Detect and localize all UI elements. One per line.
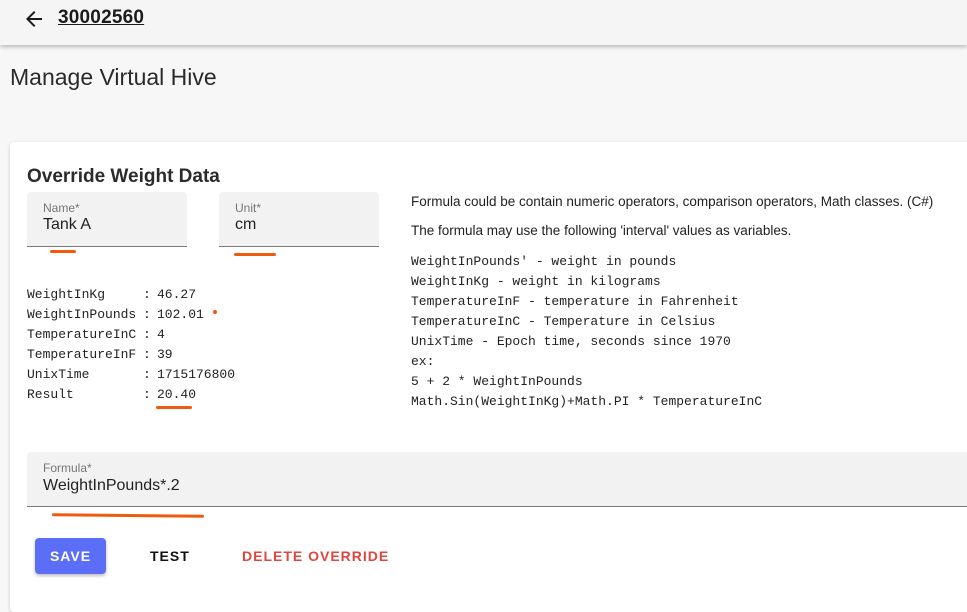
stat-key: WeightInKg — [27, 287, 106, 302]
help-code-line: 5 + 2 * WeightInPounds — [411, 374, 583, 389]
stat-value: 1715176800 — [157, 367, 236, 382]
stat-separator: : — [143, 367, 151, 382]
annotation-dot — [213, 310, 217, 314]
name-input[interactable] — [43, 216, 171, 234]
annotation-underline — [51, 513, 205, 518]
stat-key: Result — [27, 387, 74, 402]
help-code-line: WeightInKg - weight in kilograms — [411, 274, 661, 289]
delete-override-button[interactable]: DELETE OVERRIDE — [232, 538, 399, 574]
help-text: Formula could be contain numeric operato… — [411, 194, 934, 209]
stat-value: 4 — [157, 327, 165, 342]
stat-row: WeightInPounds:102.01 — [27, 305, 235, 325]
annotation-underline — [50, 250, 76, 253]
help-code-line: WeightInPounds' - weight in pounds — [411, 254, 677, 269]
interval-values-list: WeightInKg:46.27 WeightInPounds:102.01 T… — [27, 285, 235, 405]
help-code-line: TemperatureInF - temperature in Fahrenhe… — [411, 294, 739, 309]
help-code-line: Math.Sin(WeightInKg)+Math.PI * Temperatu… — [411, 394, 763, 409]
help-code-line: ex: — [411, 354, 435, 369]
formula-input[interactable] — [43, 477, 967, 495]
stat-row: Result:20.40 — [27, 385, 235, 405]
formula-field-label: Formula* — [43, 461, 92, 475]
stat-row: WeightInKg:46.27 — [27, 285, 235, 305]
stat-value: 46.27 — [157, 287, 197, 302]
stat-row: UnixTime:1715176800 — [27, 365, 235, 385]
save-button[interactable]: SAVE — [35, 538, 106, 574]
stat-value: 39 — [157, 347, 173, 362]
stat-separator: : — [143, 347, 151, 362]
stat-key: UnixTime — [27, 367, 90, 382]
test-button[interactable]: TEST — [138, 538, 202, 574]
stat-row: TemperatureInC:4 — [27, 325, 235, 345]
arrow-left-icon — [26, 11, 42, 27]
stat-separator: : — [143, 307, 151, 322]
help-code-line: TemperatureInC - Temperature in Celsius — [411, 314, 716, 329]
annotation-underline — [234, 253, 276, 256]
stat-key: WeightInPounds — [27, 307, 137, 322]
stat-value: 102.01 — [157, 307, 204, 322]
help-code-line: UnixTime - Epoch time, seconds since 197… — [411, 334, 731, 349]
page-title: Manage Virtual Hive — [10, 64, 217, 90]
hive-id-title[interactable]: 30002560 — [58, 7, 144, 29]
app-header: 30002560 — [0, 0, 967, 45]
stat-row: TemperatureInF:39 — [27, 345, 235, 365]
name-field[interactable]: Name* — [27, 192, 187, 247]
stat-separator: : — [143, 287, 151, 302]
stat-separator: : — [143, 387, 151, 402]
help-code-block: WeightInPounds' - weight in pounds Weigh… — [411, 252, 967, 412]
back-button[interactable] — [22, 7, 46, 31]
unit-field[interactable]: Unit* — [219, 192, 379, 247]
stat-key: TemperatureInC — [27, 327, 137, 342]
stat-key: TemperatureInF — [27, 347, 137, 362]
name-field-label: Name* — [43, 201, 80, 215]
result-value: 20.40 — [157, 387, 197, 402]
unit-field-label: Unit* — [235, 201, 262, 215]
annotation-underline — [156, 406, 192, 409]
stat-separator: : — [143, 327, 151, 342]
help-text: The formula may use the following 'inter… — [411, 223, 792, 238]
override-weight-card: Override Weight Data Name* Unit* WeightI… — [10, 142, 967, 612]
formula-help: Formula could be contain numeric operato… — [411, 194, 967, 412]
card-title: Override Weight Data — [27, 166, 220, 187]
unit-input[interactable] — [235, 216, 363, 234]
formula-field[interactable]: Formula* — [27, 452, 967, 507]
